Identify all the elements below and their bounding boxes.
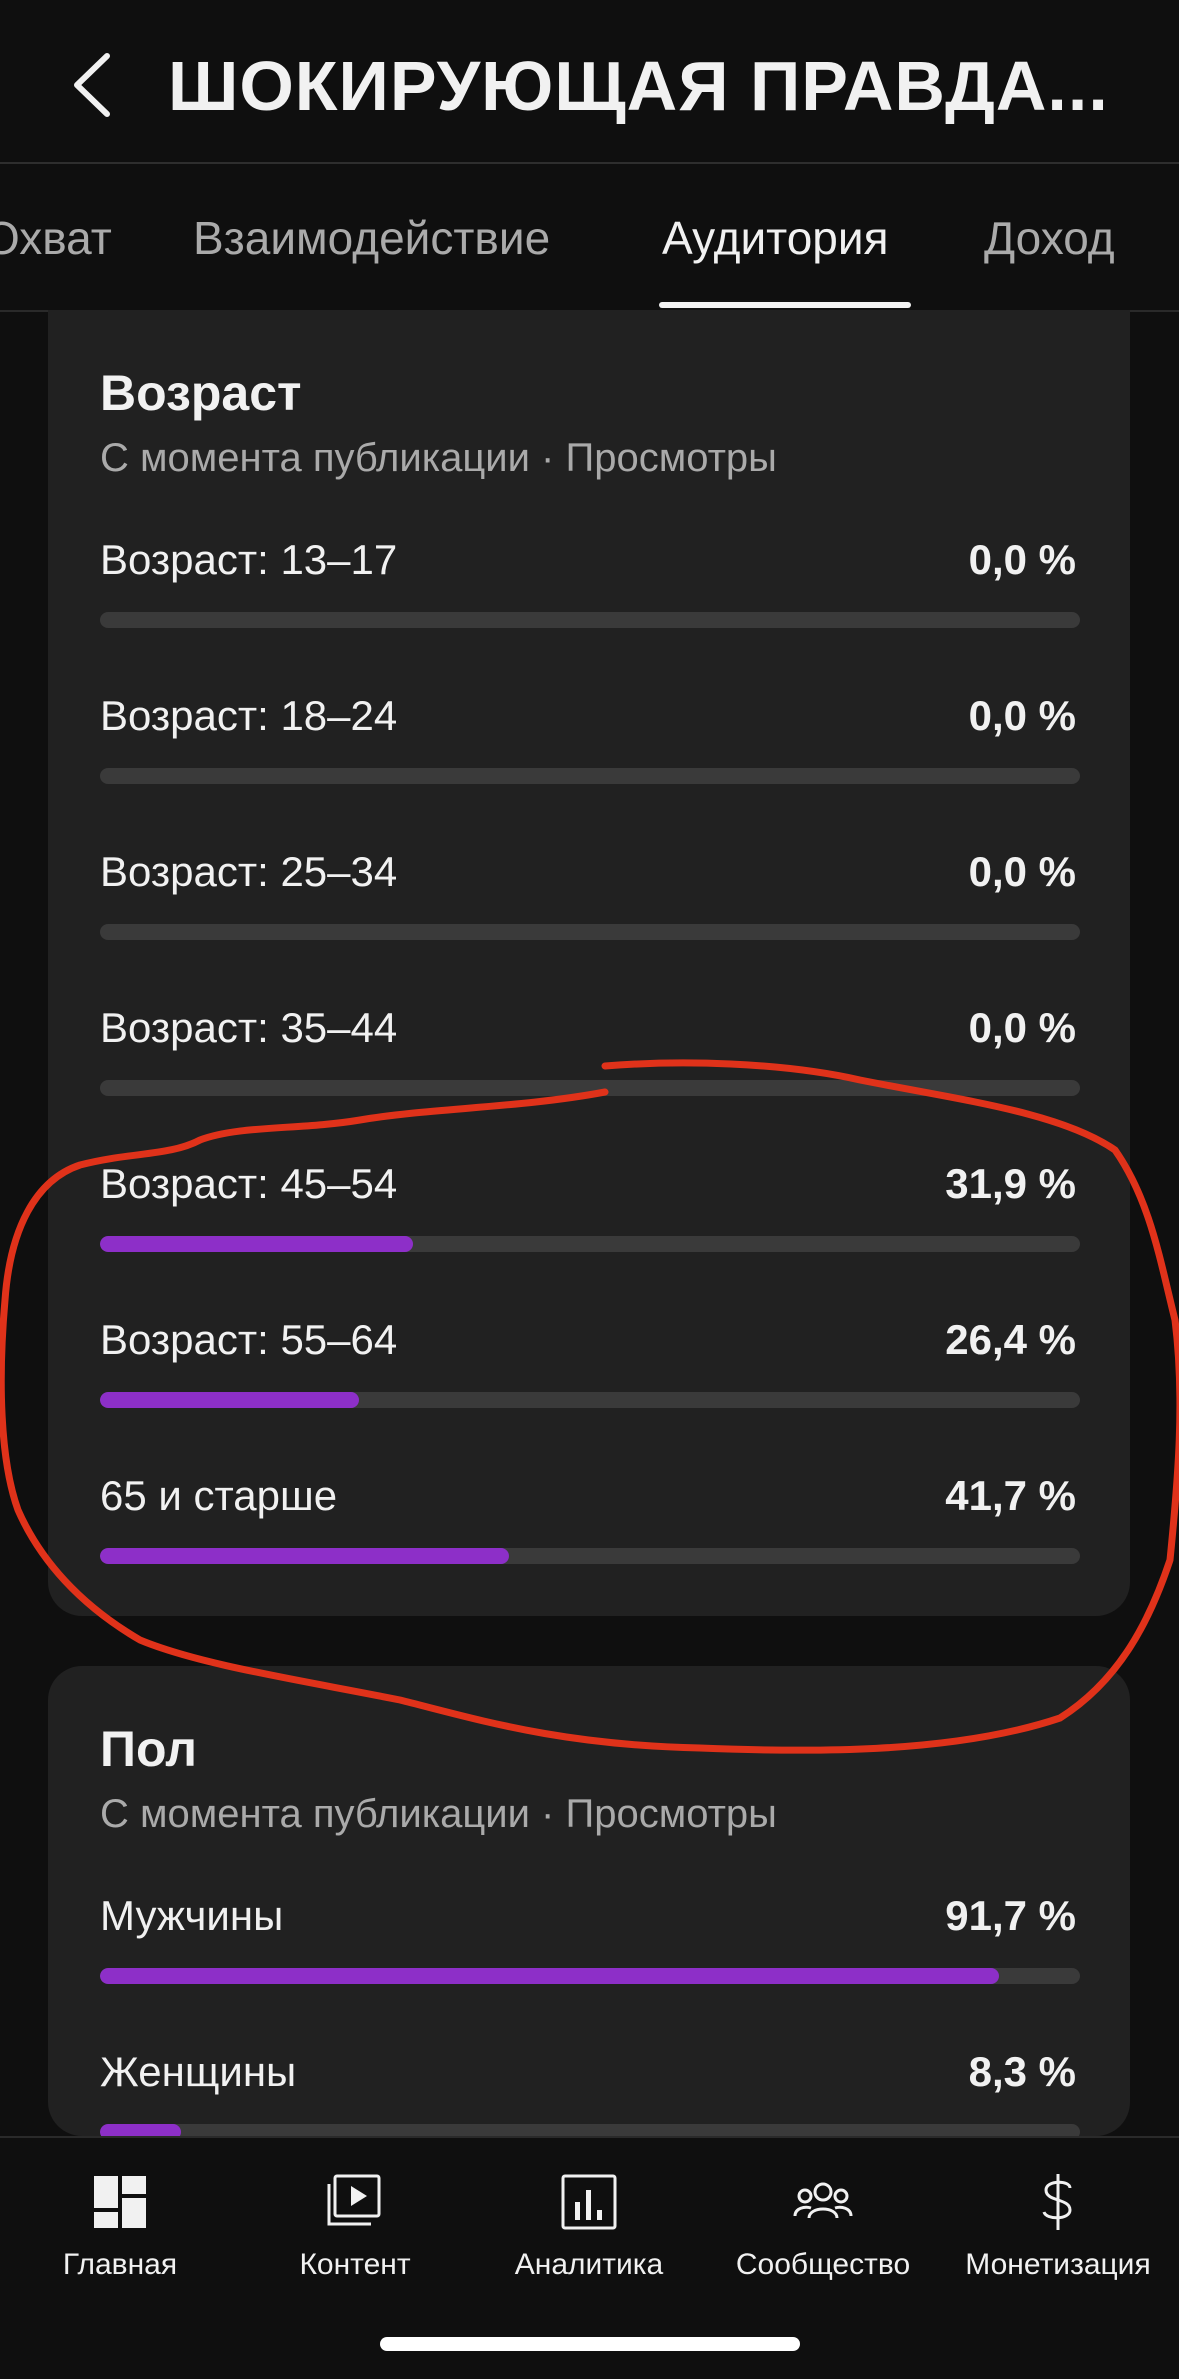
nav-label: Контент bbox=[299, 2248, 411, 2281]
age-bar-track bbox=[100, 1548, 1080, 1564]
age-row-value: 0,0 % bbox=[968, 848, 1076, 895]
monetization-icon bbox=[1042, 2174, 1072, 2230]
tab-reach[interactable]: Охват bbox=[0, 211, 112, 265]
age-bar-track bbox=[100, 1236, 1080, 1252]
age-row-label: Возраст: 18–24 bbox=[100, 692, 398, 739]
analytics-icon bbox=[561, 2174, 617, 2230]
gender-row-value: 8,3 % bbox=[968, 2048, 1076, 2095]
chevron-left-icon bbox=[74, 53, 110, 117]
community-icon bbox=[793, 2182, 853, 2219]
home-indicator[interactable] bbox=[380, 2337, 800, 2351]
age-row-label: Возраст: 13–17 bbox=[100, 536, 398, 583]
age-bar-track bbox=[100, 612, 1080, 628]
gender-row-value: 91,7 % bbox=[945, 1892, 1076, 1939]
gender-card: Пол С момента публикации · Просмотры Муж… bbox=[48, 1666, 1130, 2140]
gender-card-subtitle: С момента публикации · Просмотры bbox=[100, 1792, 777, 1836]
age-bar-track bbox=[100, 768, 1080, 784]
nav-item-home[interactable]: Главная bbox=[5, 2158, 235, 2308]
nav-item-community[interactable]: Сообщество bbox=[708, 2158, 938, 2308]
age-row-value: 0,0 % bbox=[968, 1004, 1076, 1051]
nav-item-analytics[interactable]: Аналитика bbox=[474, 2158, 704, 2308]
gender-row-label: Женщины bbox=[100, 2048, 297, 2095]
gender-bar-track bbox=[100, 1968, 1080, 1984]
content-icon bbox=[327, 2174, 381, 2226]
age-row-value: 26,4 % bbox=[945, 1316, 1076, 1363]
nav-label: Главная bbox=[62, 2248, 178, 2281]
nav-label: Сообщество bbox=[735, 2248, 911, 2281]
age-bar-track bbox=[100, 1392, 1080, 1408]
dashboard-icon bbox=[94, 2176, 146, 2228]
age-row-value: 31,9 % bbox=[945, 1160, 1076, 1207]
age-card: Возраст С момента публикации · Просмотры… bbox=[48, 310, 1130, 1616]
nav-label: Монетизация bbox=[965, 2248, 1151, 2281]
back-button[interactable] bbox=[56, 40, 126, 130]
age-row-label: Возраст: 35–44 bbox=[100, 1004, 398, 1051]
page-title: ШОКИРУЮЩАЯ ПРАВДА... bbox=[168, 47, 1109, 125]
age-row-label: Возраст: 25–34 bbox=[100, 848, 398, 895]
top-app-bar: ШОКИРУЮЩАЯ ПРАВДА... bbox=[0, 0, 1179, 164]
gender-bar-fill bbox=[100, 1968, 999, 1984]
age-row-value: 0,0 % bbox=[968, 536, 1076, 583]
age-card-title: Возраст bbox=[100, 365, 302, 421]
gender-card-title: Пол bbox=[100, 1721, 197, 1777]
age-bar-track bbox=[100, 924, 1080, 940]
tab-bar: Охват Взаимодействие Аудитория Доход bbox=[0, 166, 1179, 312]
gender-row-label: Мужчины bbox=[100, 1892, 284, 1939]
age-card-subtitle: С момента публикации · Просмотры bbox=[100, 436, 777, 480]
nav-item-monetization[interactable]: Монетизация bbox=[943, 2158, 1173, 2308]
tab-audience[interactable]: Аудитория bbox=[662, 211, 889, 265]
age-row-label: Возраст: 55–64 bbox=[100, 1316, 398, 1363]
age-row-value: 0,0 % bbox=[968, 692, 1076, 739]
nav-label: Аналитика bbox=[514, 2248, 664, 2281]
tab-revenue[interactable]: Доход bbox=[984, 211, 1115, 265]
age-row-label: 65 и старше bbox=[100, 1472, 338, 1519]
age-bar-fill bbox=[100, 1236, 413, 1252]
active-tab-indicator bbox=[659, 302, 911, 308]
age-row-value: 41,7 % bbox=[945, 1472, 1076, 1519]
age-bar-fill bbox=[100, 1548, 509, 1564]
nav-item-content[interactable]: Контент bbox=[240, 2158, 470, 2308]
tab-engagement[interactable]: Взаимодействие bbox=[193, 211, 550, 265]
age-bar-fill bbox=[100, 1392, 359, 1408]
age-row-label: Возраст: 45–54 bbox=[100, 1160, 398, 1207]
age-bar-track bbox=[100, 1080, 1080, 1096]
